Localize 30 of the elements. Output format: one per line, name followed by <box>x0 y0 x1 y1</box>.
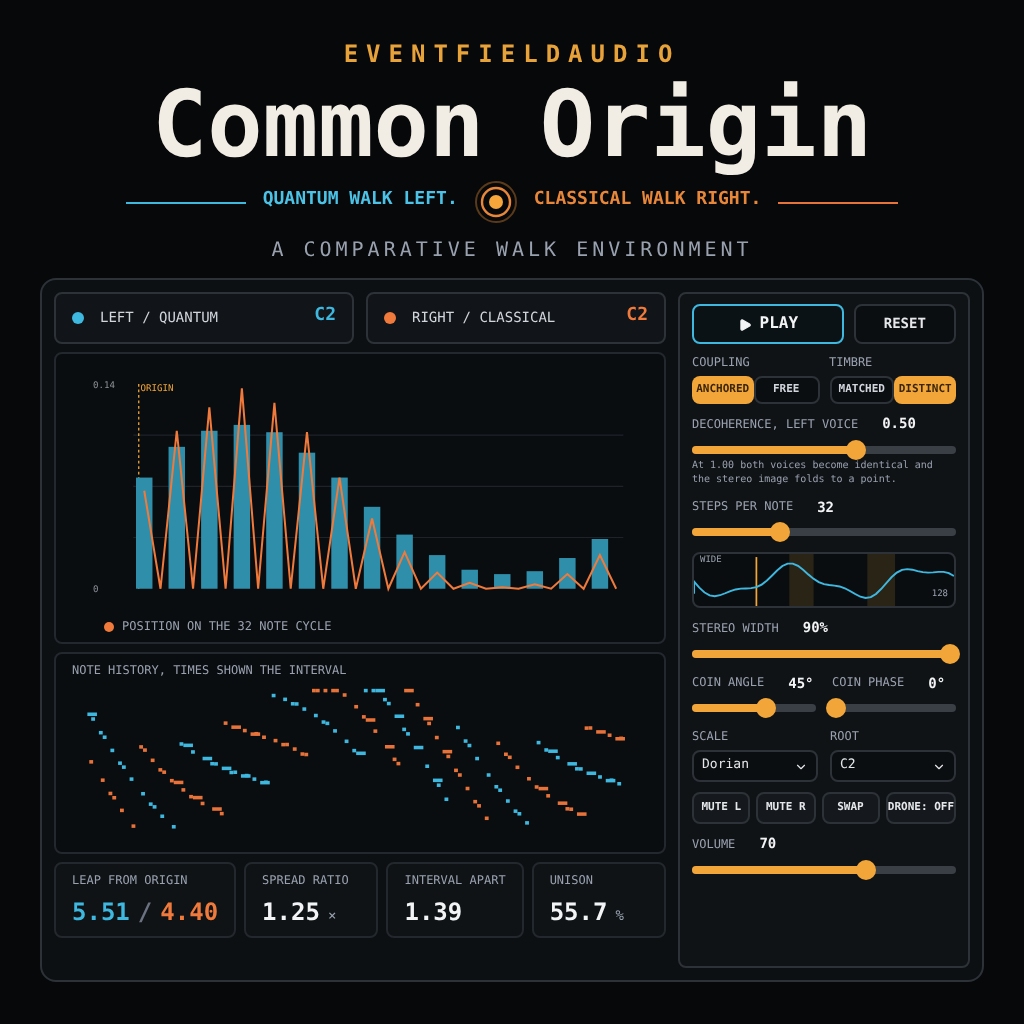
stat-value: 5.51 <box>72 896 130 930</box>
subtitle: A COMPARATIVE WALK ENVIRONMENT <box>271 238 753 266</box>
slider-thumb[interactable] <box>940 643 961 663</box>
origin-icon <box>473 180 518 224</box>
voice-note: C2 <box>314 304 336 331</box>
stat-value: 1.39 <box>404 896 463 930</box>
bar <box>428 555 446 589</box>
play-icon <box>737 317 752 331</box>
stat-value: 55.7 <box>549 896 608 930</box>
slider-thumb[interactable] <box>769 522 790 542</box>
chevron-down-icon <box>932 759 946 773</box>
voice-note: C2 <box>626 304 648 331</box>
stat-value: 4.40 <box>160 896 219 930</box>
stat-value: / <box>137 896 153 930</box>
bar <box>494 574 511 589</box>
slider-thumb[interactable] <box>856 859 877 879</box>
slider-thumb[interactable] <box>756 698 777 718</box>
app-title: Common Origin <box>151 72 873 176</box>
bar <box>461 569 478 589</box>
bar <box>591 539 609 589</box>
play-button[interactable]: PLAY <box>692 304 844 344</box>
tagline: CLASSICAL WALK RIGHT. <box>533 188 762 215</box>
tagline: QUANTUM WALK LEFT. <box>262 188 458 215</box>
stat-value: 1.25 <box>262 896 320 930</box>
slider-thumb[interactable] <box>845 439 866 459</box>
brand-name: EVENTFIELDAUDIO <box>343 38 681 72</box>
slider-thumb[interactable] <box>825 698 846 718</box>
bar <box>396 534 413 589</box>
bar <box>136 477 153 589</box>
chevron-down-icon <box>794 759 808 773</box>
